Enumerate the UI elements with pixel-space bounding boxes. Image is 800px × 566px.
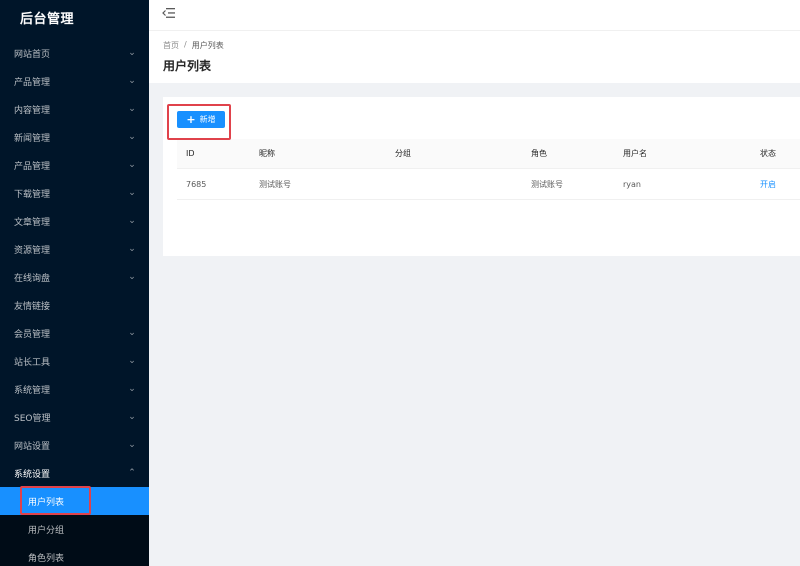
- sidebar-item-downloads[interactable]: 下载管理 ⌄: [0, 179, 149, 207]
- chevron-down-icon: ⌄: [128, 188, 136, 198]
- col-header-id: ID: [186, 149, 195, 158]
- cell-id: 7685: [186, 179, 207, 189]
- col-header-nickname: 昵称: [259, 149, 275, 158]
- cell-nickname: 测试账号: [259, 179, 291, 189]
- sidebar-item-products[interactable]: 产品管理 ⌄: [0, 67, 149, 95]
- col-header-username: 用户名: [623, 149, 647, 158]
- table-row: 7685 测试账号 测试账号 ryan 开启: [177, 169, 800, 200]
- highlight-box-sidebar: [20, 486, 91, 515]
- breadcrumb-separator: /: [184, 40, 187, 49]
- sidebar-item-content[interactable]: 内容管理 ⌄: [0, 95, 149, 123]
- chevron-down-icon: ⌄: [128, 412, 136, 422]
- sidebar-subitem-user-groups[interactable]: 用户分组: [0, 515, 149, 543]
- highlight-box-add: [167, 104, 231, 140]
- sidebar-item-inquiries[interactable]: 在线询盘 ⌄: [0, 263, 149, 291]
- sidebar-item-system-management[interactable]: 系统管理 ⌄: [0, 375, 149, 403]
- chevron-down-icon: ⌄: [128, 356, 136, 366]
- col-header-status: 状态: [760, 149, 776, 158]
- user-table: ID 昵称 分组 角色 用户名 状态 7685 测试账号 测试账号 ryan 开…: [177, 139, 800, 200]
- sidebar-item-webmaster-tools[interactable]: 站长工具 ⌄: [0, 347, 149, 375]
- page-title: 用户列表: [163, 59, 212, 73]
- sidebar-subitem-role-list[interactable]: 角色列表: [0, 543, 149, 566]
- col-header-group: 分组: [395, 149, 411, 158]
- chevron-down-icon: ⌄: [128, 48, 136, 58]
- sidebar-item-articles[interactable]: 文章管理 ⌄: [0, 207, 149, 235]
- content-card: + 新增 ID 昵称 分组 角色 用户名 状态 7685 测试账号 测试账号 r…: [163, 97, 800, 256]
- sidebar-item-members[interactable]: 会员管理 ⌄: [0, 319, 149, 347]
- chevron-down-icon: ⌄: [128, 244, 136, 254]
- sidebar-item-links[interactable]: 友情链接: [0, 291, 149, 319]
- chevron-down-icon: ⌄: [128, 216, 136, 226]
- top-header: [149, 0, 800, 31]
- chevron-down-icon: ⌄: [128, 132, 136, 142]
- sidebar: 后台管理 网站首页 ⌄ 产品管理 ⌄ 内容管理 ⌄ 新闻管理 ⌄ 产品管理 ⌄ 下载管理 ⌄…: [0, 0, 149, 566]
- chevron-down-icon: ⌄: [128, 160, 136, 170]
- sidebar-item-news[interactable]: 新闻管理 ⌄: [0, 123, 149, 151]
- app-logo-title: 后台管理: [20, 11, 75, 27]
- cell-username: ryan: [623, 179, 641, 189]
- page-header: 首页 / 用户列表 用户列表: [149, 31, 800, 83]
- menu-fold-icon[interactable]: [162, 7, 176, 19]
- cell-status-link[interactable]: 开启: [760, 169, 776, 199]
- chevron-down-icon: ⌄: [128, 104, 136, 114]
- sidebar-item-seo[interactable]: SEO管理 ⌄: [0, 403, 149, 431]
- table-header: ID 昵称 分组 角色 用户名 状态: [177, 139, 800, 169]
- breadcrumb: 首页 / 用户列表: [163, 40, 224, 51]
- breadcrumb-home[interactable]: 首页: [163, 40, 179, 51]
- breadcrumb-current: 用户列表: [191, 41, 224, 50]
- chevron-down-icon: ⌄: [128, 328, 136, 338]
- sidebar-item-site-settings[interactable]: 网站设置 ⌄: [0, 431, 149, 459]
- cell-role: 测试账号: [531, 179, 563, 189]
- chevron-down-icon: ⌄: [128, 440, 136, 450]
- sidebar-item-products-2[interactable]: 产品管理 ⌄: [0, 151, 149, 179]
- chevron-down-icon: ⌄: [128, 76, 136, 86]
- chevron-up-icon: ⌃: [128, 468, 136, 478]
- sidebar-item-home[interactable]: 网站首页 ⌄: [0, 39, 149, 67]
- sidebar-item-system-settings[interactable]: 系统设置 ⌃: [0, 459, 149, 487]
- chevron-down-icon: ⌄: [128, 384, 136, 394]
- sidebar-item-resources[interactable]: 资源管理 ⌄: [0, 235, 149, 263]
- chevron-down-icon: ⌄: [128, 272, 136, 282]
- col-header-role: 角色: [531, 149, 547, 158]
